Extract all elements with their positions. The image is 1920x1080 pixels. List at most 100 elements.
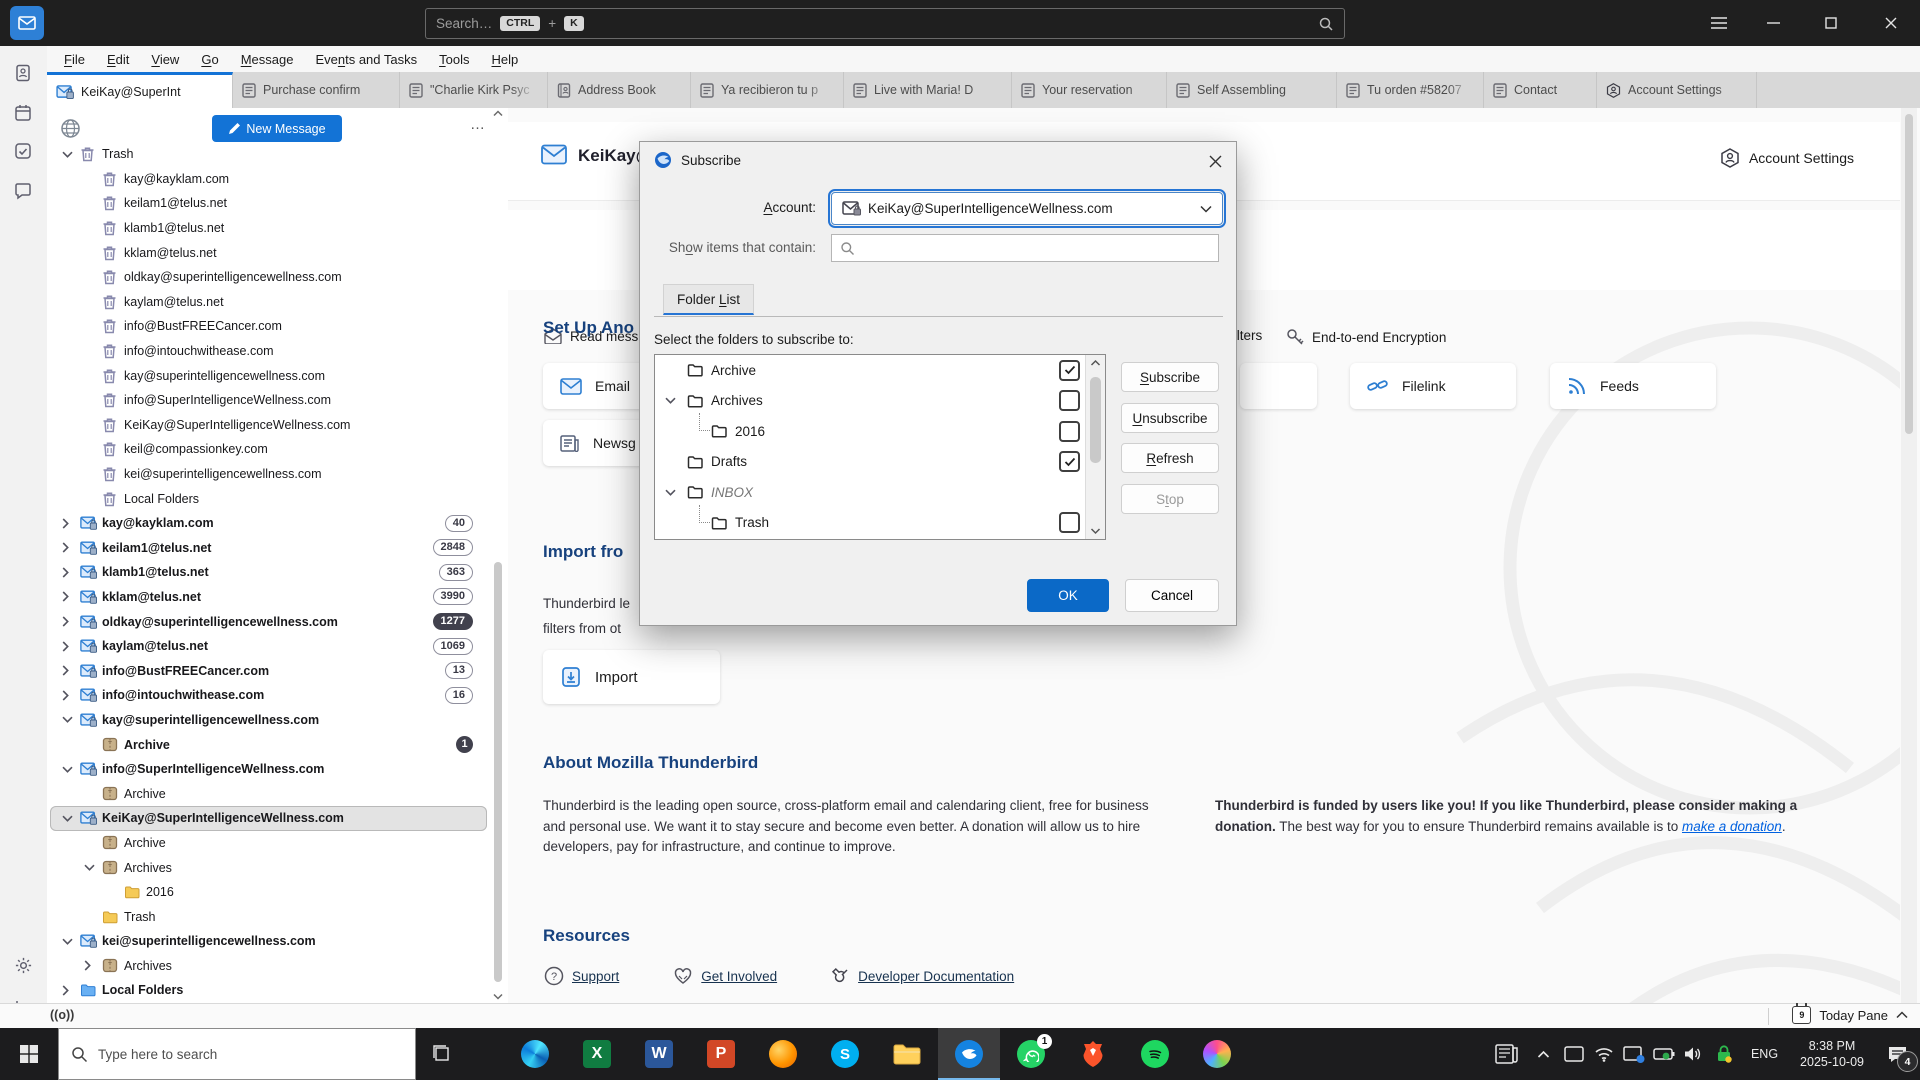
folder-list-tab[interactable]: Folder List	[663, 284, 755, 315]
mail-space-button[interactable]	[10, 6, 44, 40]
chevron-down-icon[interactable]	[62, 151, 76, 158]
end-to-end-encryption-link[interactable]: End-to-end Encryption	[1286, 328, 1446, 346]
folder-row-info-intouchwithease-com[interactable]: info@intouchwithease.com 16	[50, 683, 487, 708]
folder-row-keilam1-telus-net[interactable]: keilam1@telus.net 2848	[50, 536, 487, 561]
tray-overflow-chevron-icon[interactable]	[1529, 1028, 1559, 1080]
folder-row-archives[interactable]: Archives	[50, 855, 487, 880]
taskbar-app-explorer[interactable]	[876, 1028, 938, 1080]
support-link[interactable]: ? Support	[544, 966, 619, 986]
tab-purchase-confirm[interactable]: Purchase confirm	[233, 72, 400, 108]
battery-icon[interactable]	[1649, 1028, 1679, 1080]
tab-tu-orden-58207[interactable]: Tu orden #58207	[1337, 72, 1484, 108]
folder-row-info-bustfreecancer-com[interactable]: info@BustFREECancer.com	[50, 314, 487, 339]
chevron-right-icon[interactable]	[62, 616, 76, 627]
unsubscribe-button[interactable]: Unsubscribe	[1121, 403, 1219, 433]
folder-row-info-superintelligencewellness-com[interactable]: info@SuperIntelligenceWellness.com	[50, 388, 487, 413]
get-involved-link[interactable]: Get Involved	[673, 966, 777, 986]
dialog-list-scrollbar[interactable]	[1085, 355, 1105, 539]
partial-card[interactable]	[1240, 363, 1317, 409]
app-menu-button[interactable]	[1706, 12, 1732, 34]
folder-row-klamb1-telus-net[interactable]: klamb1@telus.net 363	[50, 560, 487, 585]
folder-row-kay-superintelligencewellness-com[interactable]: kay@superintelligencewellness.com	[50, 363, 487, 388]
folder-row-trash[interactable]: Trash	[50, 142, 487, 167]
chevron-down-icon[interactable]	[62, 938, 76, 945]
subscribe-row-archive[interactable]: Archive	[655, 355, 1105, 386]
folder-row-kei-superintelligencewellness-com[interactable]: kei@superintelligencewellness.com	[50, 929, 487, 954]
taskbar-app-thunderbird[interactable]	[938, 1028, 1000, 1080]
chat-space-button[interactable]	[12, 180, 34, 202]
folder-row-local-folders[interactable]: Local Folders	[50, 978, 487, 1003]
cancel-button[interactable]: Cancel	[1125, 579, 1219, 612]
ok-button[interactable]: OK	[1027, 579, 1109, 612]
chevron-down-icon[interactable]	[62, 766, 76, 773]
folder-row-local-folders[interactable]: Local Folders	[50, 486, 487, 511]
tab-your-reservation[interactable]: Your reservation	[1012, 72, 1167, 108]
folder-row-kay-superintelligencewellness-com[interactable]: kay@superintelligencewellness.com	[50, 708, 487, 733]
scrollbar-thumb[interactable]	[1090, 377, 1101, 463]
folder-row-oldkay-superintelligencewellness-com[interactable]: oldkay@superintelligencewellness.com	[50, 265, 487, 290]
new-message-button[interactable]: New Message	[212, 115, 342, 142]
chevron-right-icon[interactable]	[84, 960, 98, 971]
close-window-button[interactable]	[1878, 12, 1904, 34]
tab-live-with-maria-d[interactable]: Live with Maria! D	[844, 72, 1012, 108]
folder-row-archives[interactable]: Archives	[50, 954, 487, 979]
subscribe-button[interactable]: Subscribe	[1121, 362, 1219, 392]
chevron-right-icon[interactable]	[62, 591, 76, 603]
tab-self-assembling[interactable]: Self Assembling	[1167, 72, 1337, 108]
subscribe-row-drafts[interactable]: Drafts	[655, 447, 1105, 478]
taskbar-search-input[interactable]: Type here to search	[58, 1028, 416, 1080]
menu-edit[interactable]: Edit	[96, 49, 140, 70]
chevron-right-icon[interactable]	[62, 985, 76, 996]
menu-events-and-tasks[interactable]: Events and Tasks	[304, 49, 428, 70]
folder-row-keikay-superintelligencewellness-com[interactable]: KeiKay@SuperIntelligenceWellness.com	[50, 413, 487, 438]
subscribe-checkbox[interactable]	[1059, 420, 1080, 442]
folder-row-kei-superintelligencewellness-com[interactable]: kei@superintelligencewellness.com	[50, 462, 487, 487]
menu-view[interactable]: View	[140, 49, 190, 70]
subscribe-checkbox[interactable]	[1059, 451, 1080, 473]
security-lock-icon[interactable]	[1709, 1028, 1739, 1080]
folder-row-trash[interactable]: Trash	[50, 904, 487, 929]
tab--charlie-kirk-psyc[interactable]: "Charlie Kirk Psyc	[400, 72, 548, 108]
address-book-space-button[interactable]	[12, 62, 34, 84]
account-dropdown[interactable]: KeiKay@SuperIntelligenceWellness.com	[828, 189, 1226, 228]
chevron-down-icon[interactable]	[62, 815, 76, 822]
main-scrollbar-thumb[interactable]	[1905, 114, 1913, 434]
menu-go[interactable]: Go	[190, 49, 229, 70]
global-search-input[interactable]: Search… CTRL + K	[425, 8, 1345, 39]
subscribe-checkbox[interactable]	[1059, 390, 1080, 412]
scroll-down-icon[interactable]	[1090, 527, 1101, 535]
globe-icon[interactable]	[60, 118, 81, 139]
taskbar-app-photos[interactable]	[1186, 1028, 1248, 1080]
scrollbar-thumb[interactable]	[494, 562, 502, 982]
tab-account-settings[interactable]: Account Settings	[1597, 72, 1757, 108]
chevron-right-icon[interactable]	[62, 518, 76, 529]
taskbar-app-excel[interactable]: X	[566, 1028, 628, 1080]
main-scrollbar[interactable]	[1901, 108, 1917, 1003]
cast-display-icon[interactable]	[1619, 1028, 1649, 1080]
subscribe-row-inbox[interactable]: INBOX	[655, 477, 1105, 508]
chevron-right-icon[interactable]	[62, 567, 76, 578]
tablet-mode-icon[interactable]	[1559, 1028, 1589, 1080]
scroll-up-icon[interactable]	[1090, 359, 1101, 367]
feeds-setup-card[interactable]: Feeds	[1550, 363, 1716, 409]
menu-help[interactable]: Help	[480, 49, 529, 70]
wifi-icon[interactable]	[1589, 1028, 1619, 1080]
folder-row-kaylam-telus-net[interactable]: kaylam@telus.net 1069	[50, 634, 487, 659]
make-a-donation-link[interactable]: make a donation	[1682, 819, 1782, 834]
folder-row-klamb1-telus-net[interactable]: klamb1@telus.net	[50, 216, 487, 241]
clock[interactable]: 8:38 PM 2025-10-09	[1790, 1038, 1874, 1070]
developer-documentation-link[interactable]: Developer Documentation	[831, 966, 1014, 986]
folder-row-keikay-superintelligencewellness-com[interactable]: KeiKay@SuperIntelligenceWellness.com	[50, 806, 487, 831]
taskbar-app-edge[interactable]	[504, 1028, 566, 1080]
taskbar-app-skype[interactable]: S	[814, 1028, 876, 1080]
folder-row-kklam-telus-net[interactable]: kklam@telus.net	[50, 240, 487, 265]
menu-tools[interactable]: Tools	[428, 49, 480, 70]
taskbar-app-powerpoint[interactable]: P	[690, 1028, 752, 1080]
maximize-button[interactable]	[1818, 12, 1844, 34]
notification-center-button[interactable]: 4	[1874, 1028, 1920, 1080]
task-view-button[interactable]	[416, 1028, 468, 1080]
filelink-setup-card[interactable]: Filelink	[1350, 363, 1516, 409]
subscribe-row-archives[interactable]: Archives	[655, 386, 1105, 417]
start-button[interactable]	[0, 1028, 58, 1080]
subscribe-checkbox[interactable]	[1059, 359, 1080, 381]
